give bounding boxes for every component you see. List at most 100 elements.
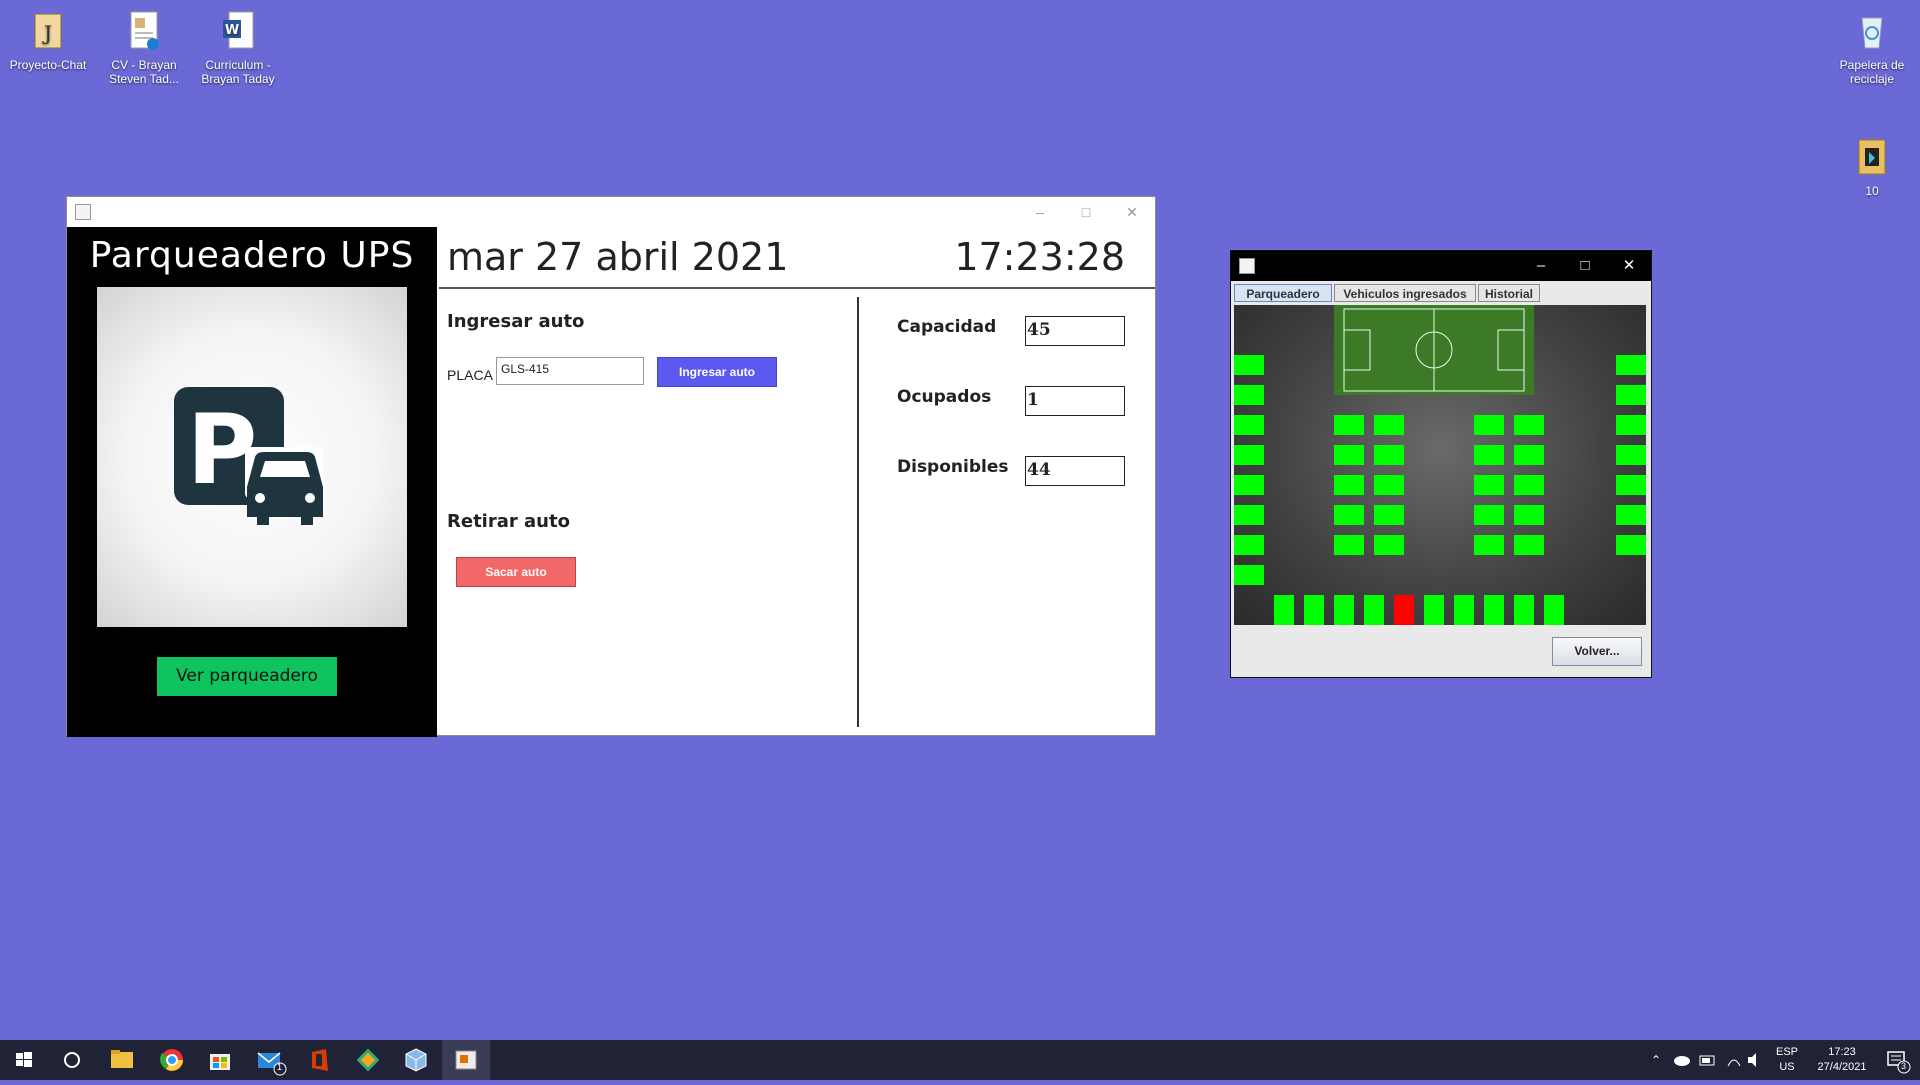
- tab-vehiculos-ingresados[interactable]: Vehiculos ingresados: [1334, 284, 1476, 302]
- desktop-icon-label: Proyecto-Chat: [9, 58, 87, 72]
- parking-spot-free: [1454, 595, 1474, 625]
- header-divider: [439, 287, 1155, 289]
- date-label: mar 27 abril 2021: [447, 235, 789, 279]
- desktop-icon-folder-10[interactable]: 10: [1826, 136, 1918, 198]
- parking-spot-free: [1616, 475, 1646, 495]
- minimize-button[interactable]: –: [1017, 197, 1063, 227]
- disponibles-label: Disponibles: [897, 457, 1009, 477]
- java-jar-icon: J: [31, 10, 65, 52]
- parking-spot-free: [1334, 595, 1354, 625]
- store-icon[interactable]: [196, 1040, 244, 1080]
- notifications-icon[interactable]: 3: [1876, 1040, 1916, 1080]
- parking-spot-free: [1616, 505, 1646, 525]
- placa-input[interactable]: GLS-415: [496, 357, 644, 385]
- parking-spot-free: [1374, 475, 1404, 495]
- tab-parqueadero[interactable]: Parqueadero: [1234, 284, 1332, 302]
- parqueadero-main-window: – □ ✕ Parqueadero UPS P Ver parqueadero …: [66, 196, 1156, 737]
- parking-spot-free: [1474, 505, 1504, 525]
- parking-spot-free: [1514, 415, 1544, 435]
- ver-parqueadero-button[interactable]: Ver parqueadero: [157, 657, 337, 696]
- parking-spot-free: [1334, 475, 1364, 495]
- desktop-icon-cv[interactable]: CV - Brayan Steven Tad...: [98, 10, 190, 86]
- parking-spot-free: [1334, 445, 1364, 465]
- close-button[interactable]: ✕: [1607, 251, 1651, 281]
- desktop-icon-curriculum[interactable]: W Curriculum - Brayan Taday: [192, 10, 284, 86]
- ocupados-field: 1: [1025, 386, 1125, 416]
- parking-spot-free: [1616, 445, 1646, 465]
- sacar-auto-button[interactable]: Sacar auto: [456, 557, 576, 587]
- notification-count: 3: [1901, 1061, 1907, 1071]
- parking-spot-free: [1234, 445, 1264, 465]
- parking-spot-free: [1484, 595, 1504, 625]
- parking-spot-free: [1234, 415, 1264, 435]
- parking-spot-free: [1374, 415, 1404, 435]
- git-icon[interactable]: [344, 1040, 392, 1080]
- title-bar: – □ ✕: [1231, 251, 1651, 281]
- parking-spot-free: [1334, 415, 1364, 435]
- vertical-divider: [857, 297, 859, 727]
- parking-spot-free: [1234, 565, 1264, 585]
- maximize-button[interactable]: □: [1563, 251, 1607, 281]
- capacidad-label: Capacidad: [897, 317, 997, 337]
- office-icon[interactable]: [296, 1040, 344, 1080]
- tray-chevron-up-icon[interactable]: ⌃: [1646, 1040, 1666, 1080]
- placa-label: PLACA: [447, 367, 493, 383]
- svg-text:W: W: [225, 23, 239, 38]
- tab-historial[interactable]: Historial: [1478, 284, 1540, 302]
- parking-spot-free: [1616, 355, 1646, 375]
- disponibles-field: 44: [1025, 456, 1125, 486]
- desktop-icon-proyecto-chat[interactable]: J Proyecto-Chat: [2, 10, 94, 72]
- parking-spot-free: [1616, 385, 1646, 405]
- ingresar-section-title: Ingresar auto: [447, 311, 585, 332]
- parking-spot-free: [1234, 385, 1264, 405]
- parking-lot-window: – □ ✕ Parqueadero Vehiculos ingresados H…: [1230, 250, 1652, 678]
- language-indicator[interactable]: ESP US: [1770, 1045, 1804, 1085]
- parking-spot-free: [1234, 535, 1264, 555]
- taskbar: 1 ⌃ ESP US 17:23 27/4/2021 3: [0, 1040, 1920, 1080]
- desktop-icon-label: Curriculum - Brayan Taday: [201, 58, 275, 86]
- system-clock[interactable]: 17:23 27/4/2021: [1808, 1045, 1876, 1085]
- parking-spot-free: [1474, 415, 1504, 435]
- search-icon[interactable]: [48, 1040, 96, 1080]
- file-explorer-icon[interactable]: [98, 1040, 146, 1080]
- soccer-field-image: [1334, 305, 1534, 395]
- desktop-icon-label: Papelera de reciclaje: [1839, 58, 1905, 86]
- parking-spot-free: [1616, 535, 1646, 555]
- ocupados-label: Ocupados: [897, 387, 992, 407]
- parking-lot-map: [1234, 305, 1646, 625]
- maximize-button[interactable]: □: [1063, 197, 1109, 227]
- close-button[interactable]: ✕: [1109, 197, 1155, 227]
- minimize-button[interactable]: –: [1519, 251, 1563, 281]
- parking-spot-free: [1514, 505, 1544, 525]
- parking-spot-free: [1474, 535, 1504, 555]
- parking-spot-free: [1374, 445, 1404, 465]
- app-title: Parqueadero UPS: [89, 235, 415, 276]
- virtualbox-icon[interactable]: [392, 1040, 440, 1080]
- parking-spot-free: [1234, 355, 1264, 375]
- chrome-icon[interactable]: [148, 1040, 196, 1080]
- svg-text:J: J: [42, 21, 52, 45]
- java-app-icon: [1239, 258, 1255, 274]
- parking-spot-occupied: [1394, 595, 1414, 625]
- tray-status-icons[interactable]: [1670, 1040, 1770, 1080]
- parking-spot-free: [1234, 475, 1264, 495]
- keyboard-layout: US: [1779, 1061, 1795, 1073]
- start-icon[interactable]: [0, 1040, 48, 1080]
- parking-spot-free: [1334, 535, 1364, 555]
- parking-spot-free: [1334, 505, 1364, 525]
- time-label: 17:23:28: [954, 235, 1125, 279]
- left-panel: Parqueadero UPS P Ver parqueadero: [67, 227, 437, 737]
- parking-spot-free: [1374, 505, 1404, 525]
- java-icon[interactable]: [442, 1040, 490, 1080]
- volver-button[interactable]: Volver...: [1552, 637, 1642, 666]
- ingresar-auto-button[interactable]: Ingresar auto: [657, 357, 777, 387]
- parking-logo-image: P: [97, 287, 407, 627]
- desktop-icon-recycle-bin[interactable]: Papelera de reciclaje: [1826, 10, 1918, 86]
- recycle-bin-icon: [1855, 10, 1889, 52]
- word-doc-icon: W: [221, 10, 255, 52]
- parking-spot-free: [1514, 595, 1534, 625]
- parking-spot-free: [1474, 445, 1504, 465]
- parking-spot-free: [1616, 415, 1646, 435]
- desktop-icon-label: 10: [1865, 184, 1879, 198]
- mail-icon[interactable]: 1: [246, 1040, 294, 1080]
